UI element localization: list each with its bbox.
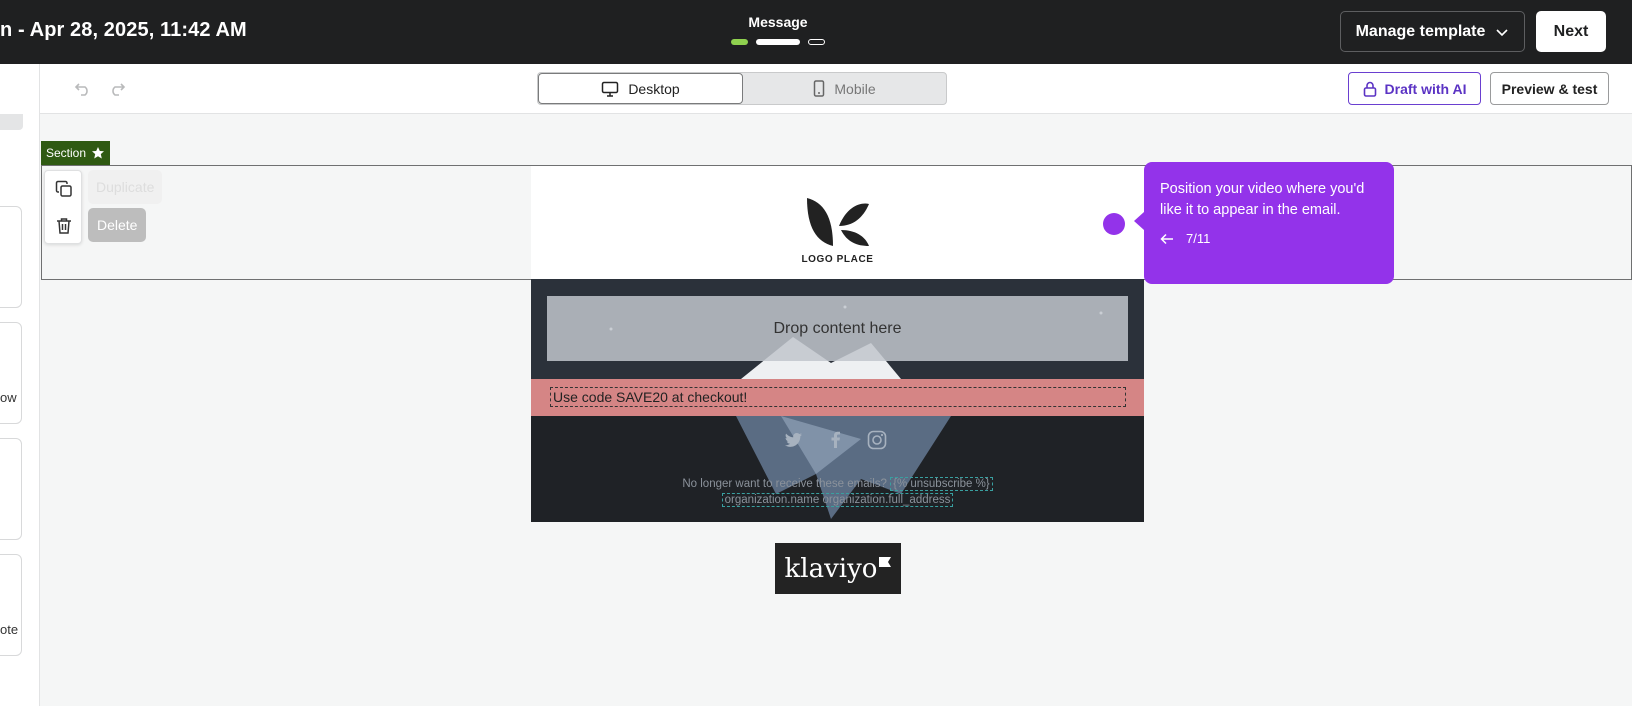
step-indicator-done[interactable] (731, 39, 748, 45)
footer-prefix: No longer want to receive these emails? (682, 478, 887, 490)
email-preview: LOGO PLACE Drop content here Use code SA… (531, 166, 1144, 522)
redo-icon (112, 83, 126, 96)
instagram-icon[interactable] (867, 430, 887, 450)
logo-mark-icon (807, 198, 869, 246)
hero-section[interactable]: Drop content here Use code SAVE20 at che… (531, 279, 1144, 522)
sidebar-block-label: ow (0, 390, 17, 405)
campaign-title: n - Apr 28, 2025, 11:42 AM (0, 19, 247, 41)
guide-step-counter: 7/11 (1186, 231, 1211, 246)
guide-nav: 7/11 (1160, 231, 1378, 246)
sidebar-block-card[interactable] (0, 322, 22, 424)
delete-button[interactable] (54, 216, 74, 236)
organization-full-address-tag: organization.full_address (822, 494, 951, 506)
facebook-icon[interactable] (826, 430, 846, 450)
left-sidebar: ow ote (0, 64, 40, 706)
preview-test-button[interactable]: Preview & test (1490, 72, 1609, 105)
sidebar-block-card[interactable] (0, 554, 22, 656)
draft-with-ai-button[interactable]: Draft with AI (1348, 72, 1481, 105)
chevron-down-icon (1496, 28, 1508, 36)
lock-icon (1363, 81, 1376, 97)
duplicate-tooltip: Duplicate (88, 170, 163, 204)
editor-toolbar: Desktop Mobile Draft with AI Preview & t… (40, 64, 1632, 114)
trash-icon (57, 218, 71, 234)
twitter-icon[interactable] (784, 430, 804, 450)
manage-template-button[interactable]: Manage template (1340, 11, 1525, 52)
section-actions (44, 170, 82, 244)
duplicate-button[interactable] (54, 179, 74, 199)
redo-button[interactable] (102, 74, 132, 104)
logo-section[interactable]: LOGO PLACE (531, 166, 1144, 279)
manage-template-label: Manage template (1355, 22, 1486, 40)
undo-button[interactable] (68, 74, 98, 104)
sidebar-block-card[interactable] (0, 438, 22, 540)
next-button[interactable]: Next (1536, 11, 1606, 52)
section-tag-label: Section (46, 146, 87, 160)
desktop-view-button[interactable]: Desktop (538, 73, 743, 104)
mobile-icon (814, 80, 825, 97)
drop-zone[interactable]: Drop content here (547, 296, 1128, 361)
sidebar-block-label: ote (0, 622, 19, 637)
desktop-label: Desktop (628, 80, 680, 97)
step-indicator-todo[interactable] (808, 39, 825, 45)
guide-tooltip: Position your video where you'd like it … (1134, 162, 1394, 284)
section-tag[interactable]: Section (41, 141, 111, 165)
undo-icon (74, 83, 88, 96)
sidebar-block-card[interactable] (0, 206, 22, 308)
organization-address-tag[interactable]: organization.name organization.full_addr… (721, 493, 954, 507)
organization-name-tag: organization.name (724, 494, 820, 506)
sidebar-tab[interactable] (0, 114, 23, 130)
delete-tooltip: Delete (88, 208, 147, 242)
step-track (730, 39, 826, 45)
unsubscribe-tag[interactable]: {% unsubscribe %} (890, 477, 993, 491)
mobile-view-button[interactable]: Mobile (743, 73, 946, 104)
klaviyo-logo: klaviyo (775, 543, 901, 594)
promo-code-text[interactable]: Use code SAVE20 at checkout! (550, 387, 1126, 407)
draft-with-ai-label: Draft with AI (1384, 80, 1467, 97)
guide-text: Position your video where you'd like it … (1160, 181, 1365, 218)
guide-hotspot[interactable] (1103, 213, 1125, 235)
star-icon (92, 147, 105, 159)
footer-unsubscribe-line: No longer want to receive these emails? … (531, 477, 1144, 491)
device-toggle: Desktop Mobile (537, 72, 947, 105)
mobile-label: Mobile (834, 80, 876, 97)
step-progress: Message (730, 14, 826, 45)
logo-text: LOGO PLACE (801, 254, 874, 265)
klaviyo-wordmark: klaviyo (784, 553, 878, 584)
flag-icon (879, 556, 892, 567)
step-label: Message (748, 14, 808, 30)
promo-code-block[interactable]: Use code SAVE20 at checkout! (531, 379, 1144, 416)
desktop-icon (602, 81, 619, 97)
copy-icon (55, 180, 72, 197)
footer-address-line: organization.name organization.full_addr… (531, 493, 1144, 507)
step-indicator-active[interactable] (756, 39, 800, 45)
top-bar: n - Apr 28, 2025, 11:42 AM Message Manag… (0, 0, 1632, 64)
arrow-left-icon[interactable] (1160, 233, 1174, 245)
